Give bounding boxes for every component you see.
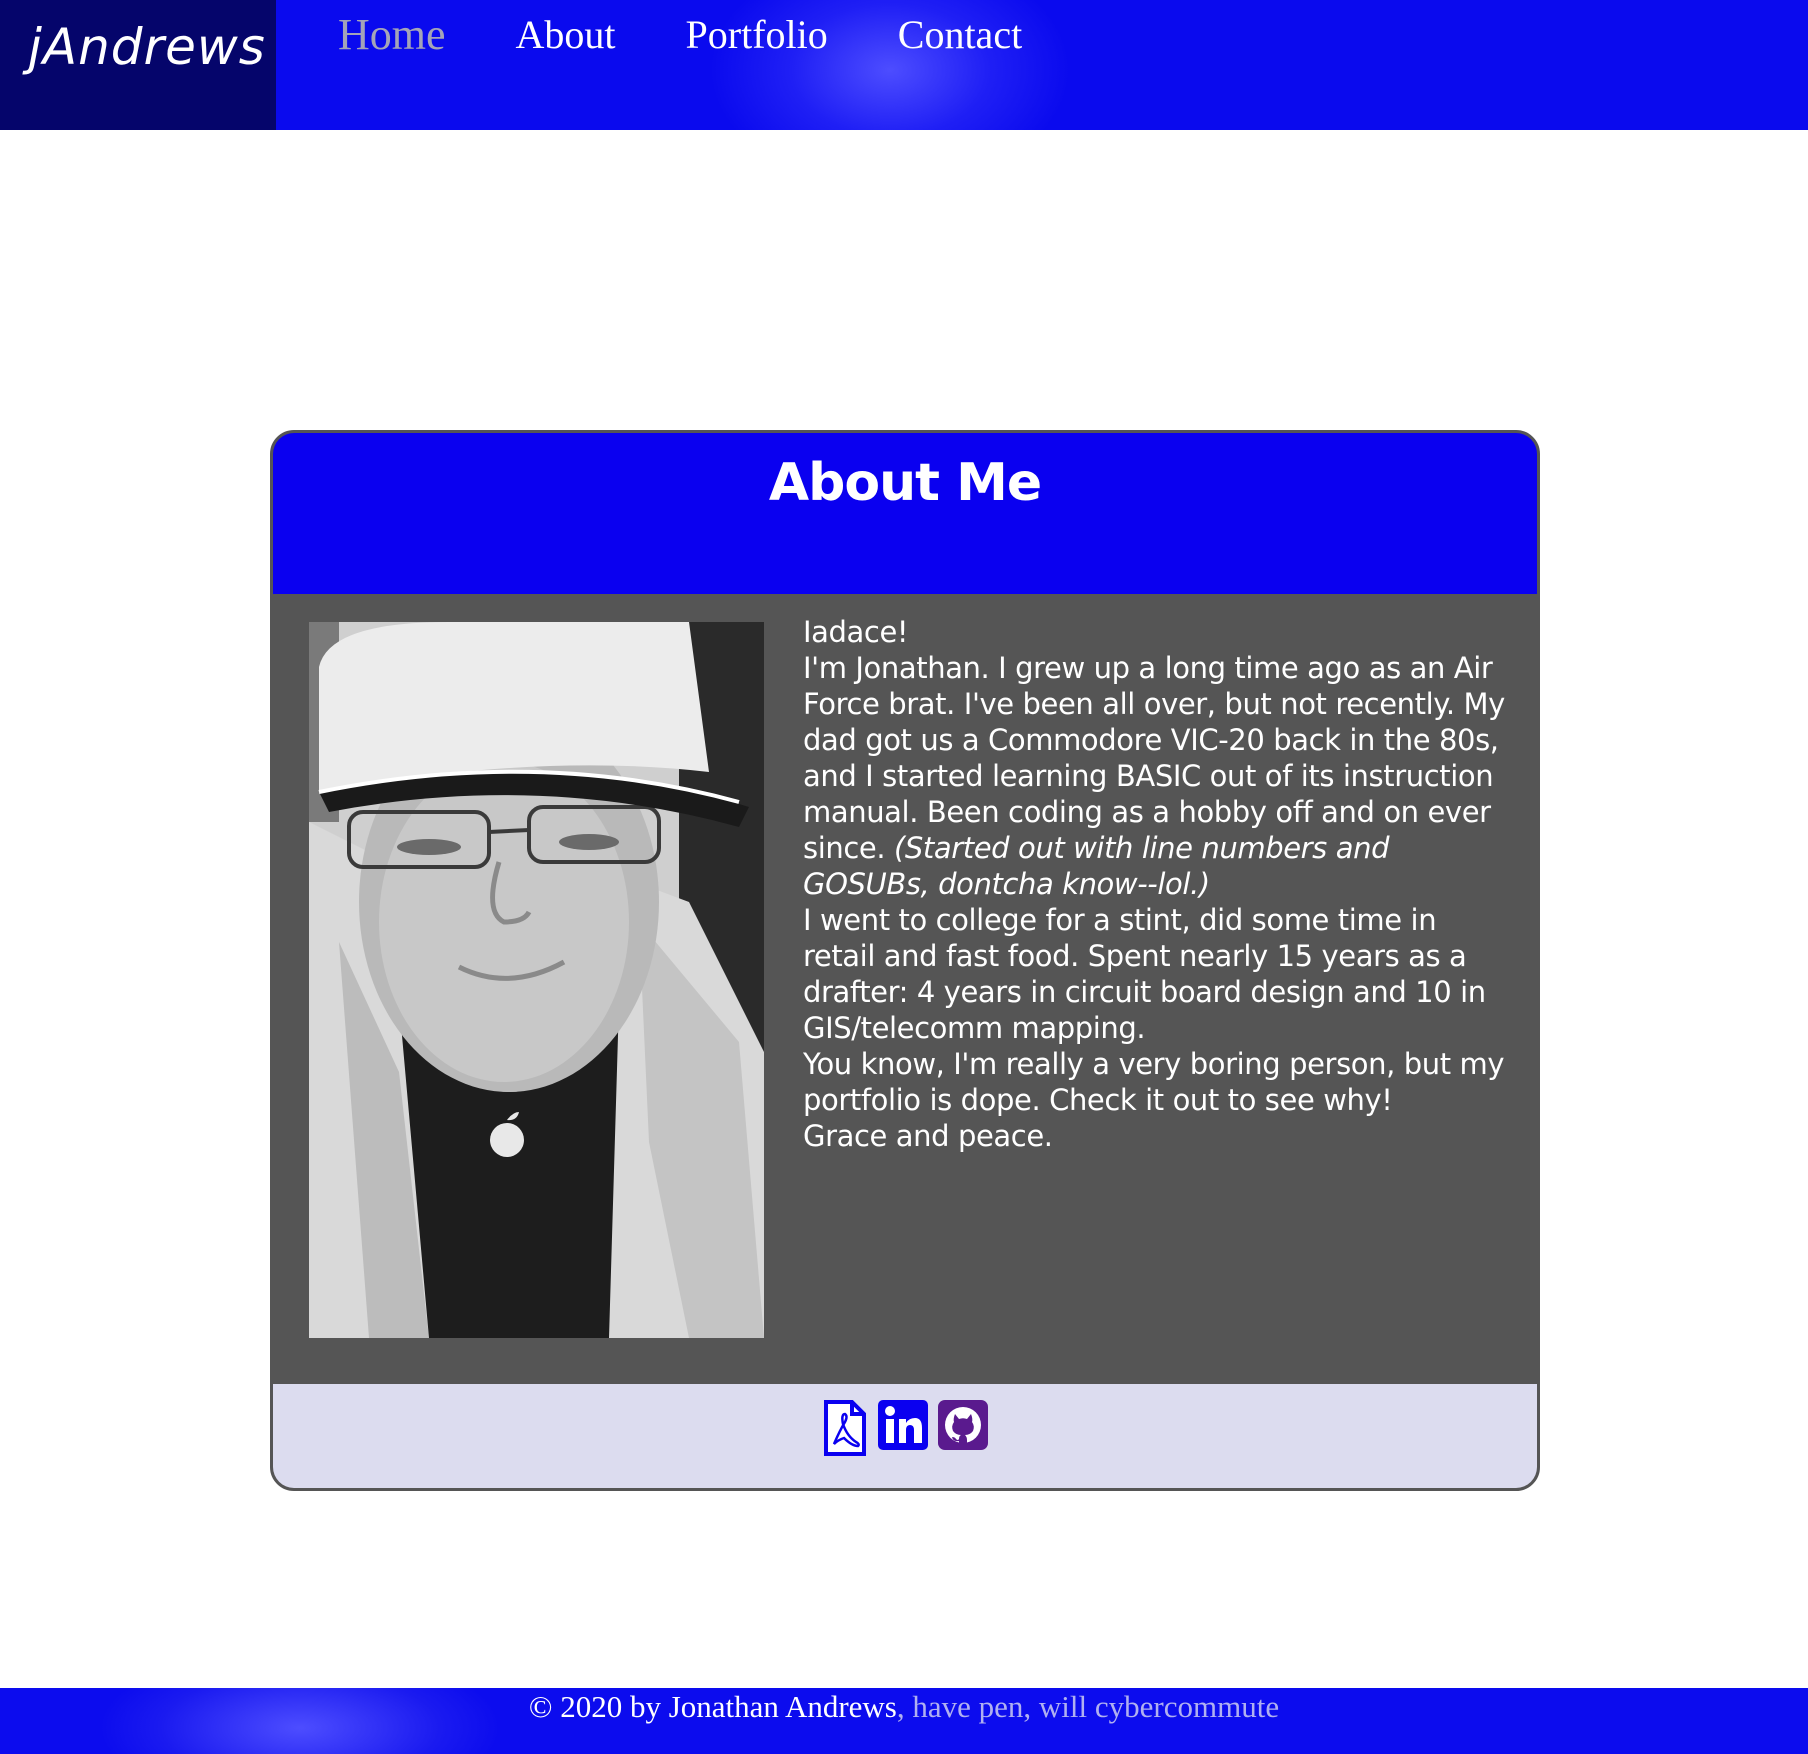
site-header: jAndrews Home About Portfolio Contact: [0, 0, 1808, 130]
bio-text: Iadace! I'm Jonathan. I grew up a long t…: [803, 614, 1513, 1154]
about-card: About Me Iadace! I'm Jonathan. I grew up…: [270, 430, 1540, 1491]
nav-about-link[interactable]: About: [516, 10, 616, 60]
card-title: About Me: [768, 453, 1042, 513]
nav-portfolio-link[interactable]: Portfolio: [686, 10, 828, 60]
bio-greeting: Iadace!: [803, 615, 909, 649]
footer-copyright: © 2020 by Jonathan Andrews: [528, 1689, 897, 1724]
nav-home-link[interactable]: Home: [338, 10, 446, 60]
logo-text: jAndrews: [28, 18, 266, 76]
nav-contact-link[interactable]: Contact: [898, 10, 1022, 60]
bio-paragraph-2: I went to college for a stint, did some …: [803, 903, 1486, 1045]
pdf-resume-icon[interactable]: [822, 1400, 868, 1460]
main-nav: Home About Portfolio Contact: [338, 10, 1092, 60]
card-body: Iadace! I'm Jonathan. I grew up a long t…: [273, 594, 1537, 1384]
bio-closing: Grace and peace.: [803, 1119, 1053, 1153]
github-icon[interactable]: [938, 1400, 988, 1454]
linkedin-icon[interactable]: [878, 1400, 928, 1454]
footer-tagline: , have pen, will cybercommute: [896, 1689, 1280, 1724]
site-logo[interactable]: jAndrews: [0, 0, 276, 130]
bio-paragraph-3: You know, I'm really a very boring perso…: [803, 1047, 1505, 1117]
card-header: About Me: [273, 433, 1537, 594]
bio-paragraph-1: I'm Jonathan. I grew up a long time ago …: [803, 650, 1513, 902]
profile-photo: [309, 622, 764, 1338]
profile-photo-illustration: [309, 622, 764, 1338]
social-links-bar: [273, 1384, 1537, 1488]
site-footer: © 2020 by Jonathan Andrews, have pen, wi…: [0, 1688, 1808, 1754]
